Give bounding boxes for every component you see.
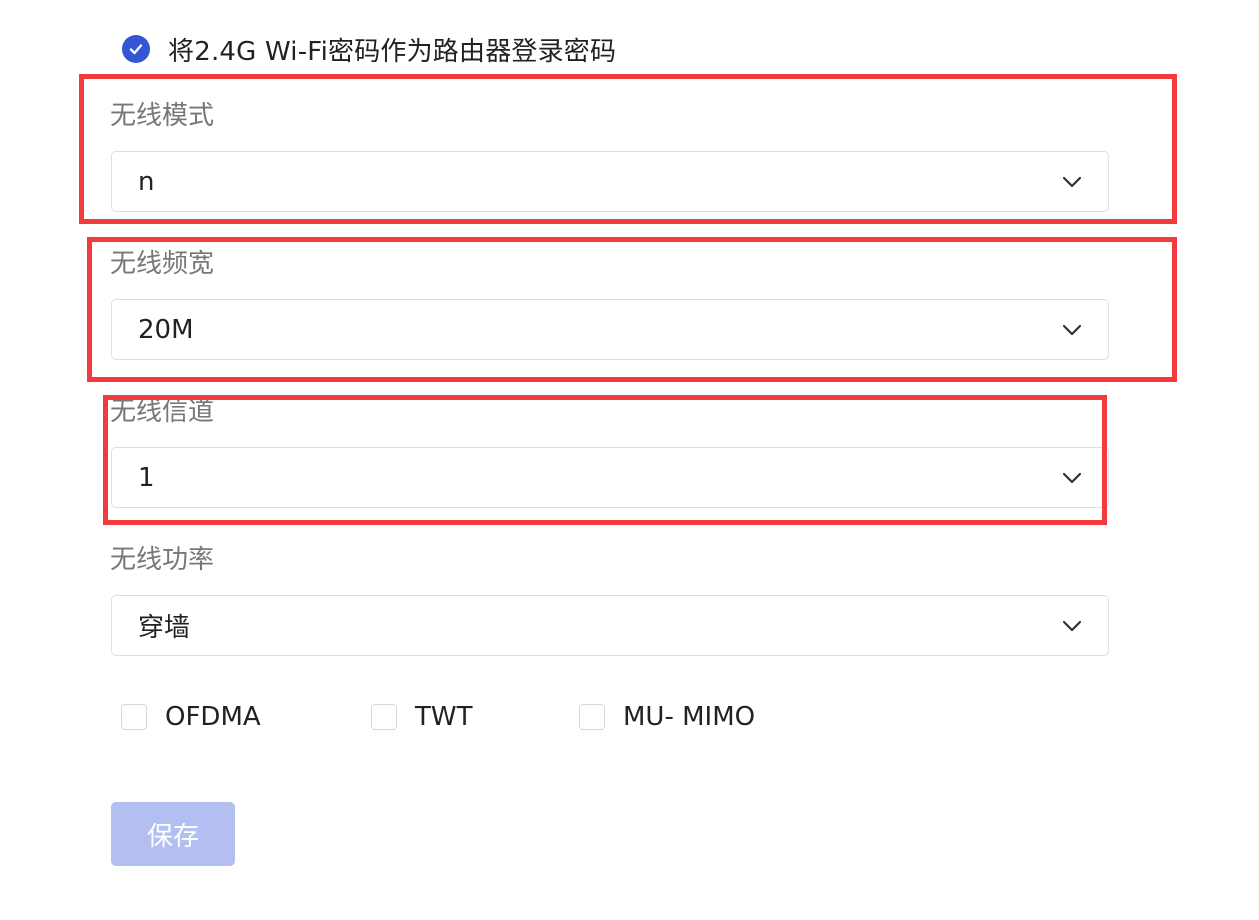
chevron-down-icon bbox=[1062, 176, 1082, 188]
use-wifi-password-as-login-label: 将2.4G Wi-Fi密码作为路由器登录密码 bbox=[168, 36, 617, 67]
wireless-power-select[interactable]: 穿墙 bbox=[111, 595, 1109, 656]
wireless-bandwidth-select[interactable]: 20M bbox=[111, 299, 1109, 360]
chevron-down-icon bbox=[1062, 472, 1082, 484]
wireless-bandwidth-value: 20M bbox=[138, 314, 194, 345]
checkbox-box[interactable] bbox=[121, 704, 147, 730]
mu-mimo-label: MU- MIMO bbox=[623, 702, 756, 732]
mu-mimo-checkbox[interactable]: MU- MIMO bbox=[579, 700, 755, 734]
checkbox-box[interactable] bbox=[579, 704, 605, 730]
wireless-bandwidth-label: 无线频宽 bbox=[110, 249, 215, 279]
check-icon[interactable] bbox=[122, 35, 150, 63]
twt-checkbox[interactable]: TWT bbox=[371, 700, 472, 734]
wireless-mode-label: 无线模式 bbox=[110, 101, 215, 131]
chevron-down-icon bbox=[1062, 620, 1082, 632]
wireless-channel-value: 1 bbox=[138, 462, 155, 493]
use-wifi-password-as-login-option[interactable]: 将2.4G Wi-Fi密码作为路由器登录密码 bbox=[122, 32, 617, 67]
wireless-power-label: 无线功率 bbox=[110, 545, 215, 575]
chevron-down-icon bbox=[1062, 324, 1082, 336]
ofdma-checkbox[interactable]: OFDMA bbox=[121, 700, 261, 734]
save-button[interactable]: 保存 bbox=[111, 802, 235, 866]
wireless-mode-value: n bbox=[138, 166, 155, 197]
wireless-mode-select[interactable]: n bbox=[111, 151, 1109, 212]
wireless-settings-page: 将2.4G Wi-Fi密码作为路由器登录密码 无线模式 n 无线频宽 20M 无… bbox=[0, 0, 1259, 920]
checkbox-box[interactable] bbox=[371, 704, 397, 730]
wireless-channel-select[interactable]: 1 bbox=[111, 447, 1109, 508]
wireless-power-value: 穿墙 bbox=[138, 613, 191, 643]
wireless-channel-label: 无线信道 bbox=[110, 397, 215, 427]
twt-label: TWT bbox=[415, 702, 473, 732]
ofdma-label: OFDMA bbox=[165, 702, 261, 732]
